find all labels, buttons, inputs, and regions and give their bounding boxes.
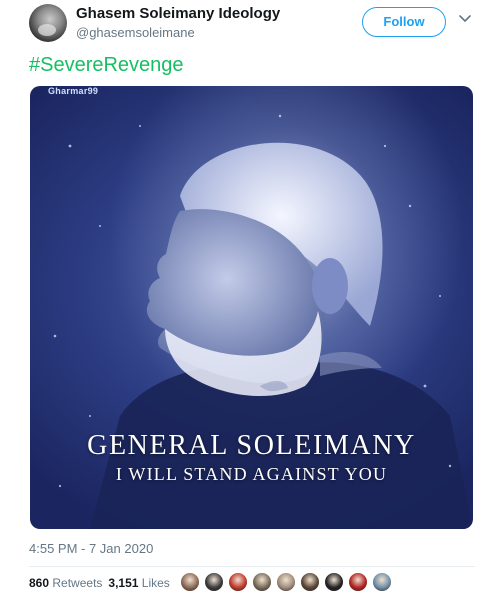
author-display-name[interactable]: Ghasem Soleimany Ideology xyxy=(76,5,280,22)
tweet-timestamp[interactable]: 4:55 PM - 7 Jan 2020 xyxy=(29,541,153,556)
author-handle[interactable]: @ghasemsoleimane xyxy=(76,25,195,40)
tweet-header: Ghasem Soleimany Ideology @ghasemsoleima… xyxy=(0,0,504,48)
likes-stat[interactable]: 3,151 Likes xyxy=(108,576,169,590)
stats-divider xyxy=(29,566,475,567)
likes-label: Likes xyxy=(141,576,170,590)
liker-avatar-6[interactable] xyxy=(300,572,320,592)
media-headline: General Soleimany xyxy=(87,430,416,461)
avatar-detail xyxy=(38,24,56,36)
liker-avatar-8[interactable] xyxy=(348,572,368,592)
media-subline: I Will Stand Against You xyxy=(115,464,388,484)
author-avatar[interactable] xyxy=(29,4,67,42)
liker-avatar-5[interactable] xyxy=(276,572,296,592)
retweets-stat[interactable]: 860 Retweets xyxy=(29,576,102,590)
liker-avatar-1[interactable] xyxy=(180,572,200,592)
follow-button[interactable]: Follow xyxy=(362,7,446,37)
chevron-down-icon[interactable] xyxy=(458,12,472,26)
tweet-media-image[interactable]: Gharmar99 General Soleimany I Will Stand… xyxy=(30,86,473,529)
retweets-label: Retweets xyxy=(52,576,103,590)
liker-avatar-7[interactable] xyxy=(324,572,344,592)
portrait-illustration xyxy=(53,114,473,529)
likes-count: 3,151 xyxy=(108,576,139,590)
liker-avatar-2[interactable] xyxy=(204,572,224,592)
liker-avatar-3[interactable] xyxy=(228,572,248,592)
tweet-stats: 860 Retweets 3,151 Likes xyxy=(29,576,170,592)
retweets-count: 860 xyxy=(29,576,50,590)
liker-avatar-9[interactable] xyxy=(372,572,392,592)
liker-avatar-4[interactable] xyxy=(252,572,272,592)
media-watermark: Gharmar99 xyxy=(48,86,99,96)
hashtag-link[interactable]: #SevereRevenge xyxy=(29,54,184,77)
